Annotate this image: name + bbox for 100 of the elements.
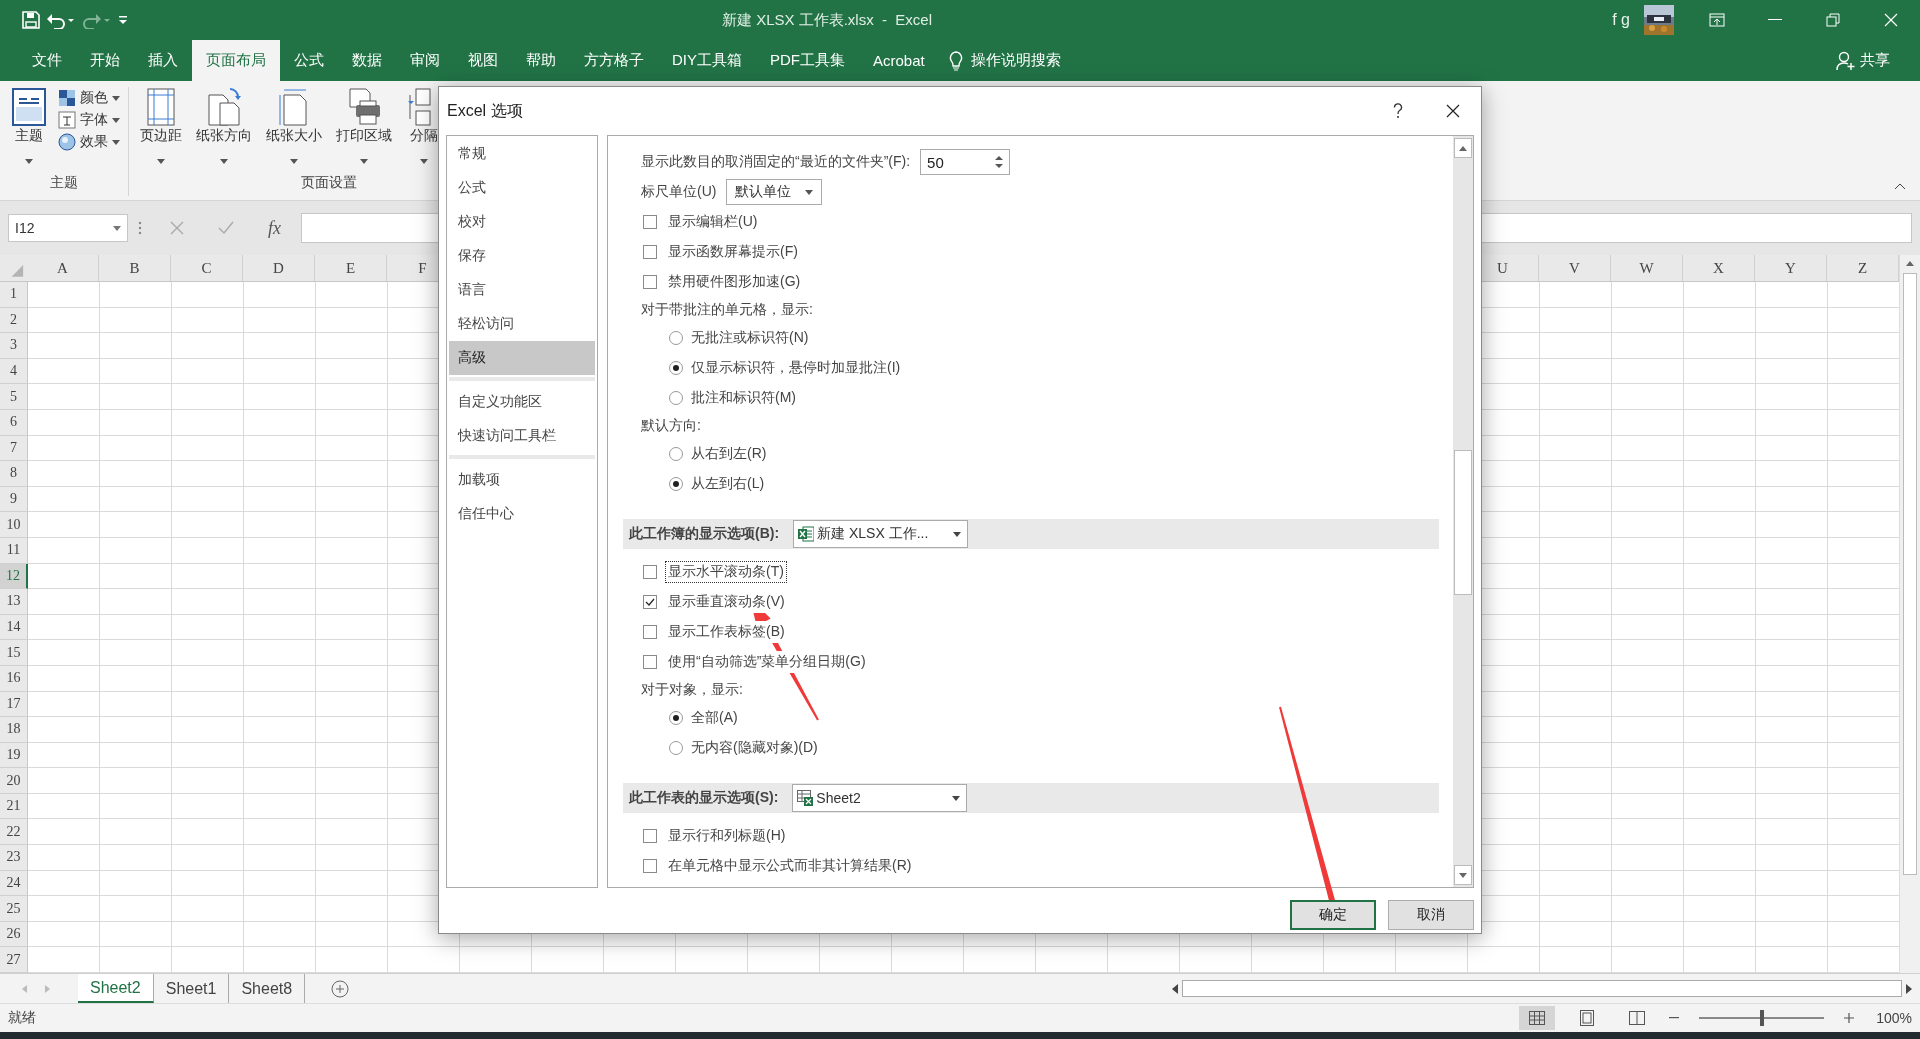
column-header[interactable]: W xyxy=(1611,255,1683,281)
row-header[interactable]: 4 xyxy=(0,358,28,385)
row-header[interactable]: 26 xyxy=(0,921,28,948)
row-header[interactable]: 3 xyxy=(0,333,28,359)
radio-button[interactable] xyxy=(669,741,683,755)
ribbon-tab[interactable]: 插入 xyxy=(134,40,192,81)
nav-item[interactable]: 加载项 xyxy=(449,463,595,497)
row-header[interactable]: 7 xyxy=(0,435,28,462)
nav-item[interactable]: 自定义功能区 xyxy=(449,385,595,419)
checkbox[interactable] xyxy=(643,215,657,229)
column-header[interactable]: V xyxy=(1539,255,1611,281)
radio-button[interactable] xyxy=(669,447,683,461)
dropdown[interactable]: 新建 XLSX 工作... xyxy=(793,520,969,548)
ribbon-tab[interactable]: 视图 xyxy=(454,40,512,81)
ribbon-button[interactable]: 颜色 xyxy=(58,89,120,107)
add-sheet-icon[interactable] xyxy=(331,979,350,998)
number-field[interactable]: 50 xyxy=(920,149,1011,175)
column-header[interactable]: X xyxy=(1683,255,1755,281)
ribbon-tab[interactable]: 页面布局 xyxy=(192,40,280,81)
close-icon[interactable] xyxy=(1446,104,1460,118)
scroll-left-icon[interactable] xyxy=(1172,983,1178,994)
row-header[interactable]: 24 xyxy=(0,870,28,897)
collapse-icon[interactable] xyxy=(1894,183,1906,190)
normal-view-button[interactable] xyxy=(1519,1006,1556,1030)
dialog-button[interactable]: 确定 xyxy=(1290,900,1376,930)
row-header[interactable]: 5 xyxy=(0,384,28,410)
help-icon[interactable] xyxy=(1393,103,1403,119)
ribbon-button[interactable]: 主题 xyxy=(8,87,50,174)
checkbox[interactable] xyxy=(643,595,657,609)
radio-button[interactable] xyxy=(669,331,683,345)
row-header[interactable]: 9 xyxy=(0,486,28,513)
dropdown[interactable]: Sheet2 xyxy=(792,784,968,812)
row-header[interactable]: 16 xyxy=(0,665,28,692)
scroll-right-icon[interactable] xyxy=(1906,983,1912,994)
column-header[interactable]: D xyxy=(243,255,315,281)
ribbon-tab[interactable]: Acrobat xyxy=(859,40,939,81)
ribbon-tab[interactable]: 方方格子 xyxy=(570,40,658,81)
column-header[interactable]: C xyxy=(171,255,243,281)
ribbon-tab[interactable]: 公式 xyxy=(280,40,338,81)
row-header[interactable]: 11 xyxy=(0,537,28,564)
restore-icon[interactable] xyxy=(1826,13,1840,27)
row-header[interactable]: 27 xyxy=(0,947,28,973)
spinner-icon[interactable] xyxy=(995,155,1004,169)
nav-item[interactable]: 轻松访问 xyxy=(449,307,595,341)
row-header[interactable]: 20 xyxy=(0,768,28,794)
ribbon-tab[interactable]: 开始 xyxy=(76,40,134,81)
ribbon-button[interactable]: 纸张大小 xyxy=(263,87,325,174)
column-header[interactable]: A xyxy=(27,255,99,281)
ribbon-button[interactable]: 页边距 xyxy=(137,87,185,174)
checkbox[interactable] xyxy=(643,565,657,579)
row-header[interactable]: 10 xyxy=(0,512,28,538)
ribbon-button[interactable]: 效果 xyxy=(58,133,120,151)
scroll-up-icon[interactable] xyxy=(1906,260,1914,266)
column-header[interactable]: E xyxy=(315,255,387,281)
checkbox[interactable] xyxy=(643,829,657,843)
scroll-down-button[interactable] xyxy=(1454,865,1472,885)
row-header[interactable]: 15 xyxy=(0,640,28,666)
ribbon-button[interactable]: 分隔 xyxy=(403,87,445,174)
row-header[interactable]: 12 xyxy=(0,563,28,590)
search-field[interactable]: 操作说明搜索 xyxy=(970,51,1061,70)
scrollbar-thumb[interactable] xyxy=(1903,273,1917,875)
row-header[interactable]: 14 xyxy=(0,614,28,641)
radio-button[interactable] xyxy=(669,477,683,491)
ribbon-button[interactable]: 打印区域 xyxy=(333,87,395,174)
ribbon-tab[interactable]: PDF工具集 xyxy=(756,40,859,81)
scrollbar-thumb[interactable] xyxy=(1454,450,1472,595)
checkbox[interactable] xyxy=(643,859,657,873)
insert-function-button[interactable]: fx xyxy=(268,217,281,239)
zoom-in-icon[interactable] xyxy=(1844,1013,1855,1023)
slider-thumb[interactable] xyxy=(1759,1010,1764,1026)
customize-icon[interactable] xyxy=(118,15,128,25)
row-header[interactable]: 1 xyxy=(0,282,28,308)
column-header[interactable]: Y xyxy=(1755,255,1827,281)
dropdown[interactable]: 默认单位 xyxy=(726,179,823,205)
ribbon-display-icon[interactable] xyxy=(1709,13,1725,27)
row-header[interactable]: 17 xyxy=(0,691,28,718)
share-button[interactable]: 共享 xyxy=(1836,40,1890,81)
checkbox[interactable] xyxy=(643,245,657,259)
nav-item[interactable]: 常规 xyxy=(449,137,595,171)
row-header[interactable]: 13 xyxy=(0,589,28,615)
row-header[interactable]: 2 xyxy=(0,307,28,334)
row-header[interactable]: 19 xyxy=(0,742,28,769)
nav-item[interactable]: 高级 xyxy=(449,341,595,375)
ribbon-tab[interactable]: 数据 xyxy=(338,40,396,81)
column-header[interactable]: B xyxy=(99,255,171,281)
checkbox[interactable] xyxy=(643,625,657,639)
ribbon-button[interactable]: 纸张方向 xyxy=(193,87,255,174)
scrollbar-thumb[interactable] xyxy=(1182,980,1902,997)
dialog-button[interactable]: 取消 xyxy=(1388,900,1474,930)
name-box[interactable]: I12 xyxy=(8,214,128,242)
row-header[interactable]: 25 xyxy=(0,896,28,922)
nav-item[interactable]: 信任中心 xyxy=(449,497,595,531)
save-icon[interactable] xyxy=(22,11,40,29)
checkbox[interactable] xyxy=(643,655,657,669)
ribbon-tab[interactable]: 审阅 xyxy=(396,40,454,81)
row-header[interactable]: 22 xyxy=(0,819,28,846)
row-header[interactable]: 23 xyxy=(0,845,28,871)
zoom-level[interactable]: 100% xyxy=(1876,1010,1912,1026)
scroll-up-button[interactable] xyxy=(1454,138,1472,158)
checkbox[interactable] xyxy=(643,275,657,289)
